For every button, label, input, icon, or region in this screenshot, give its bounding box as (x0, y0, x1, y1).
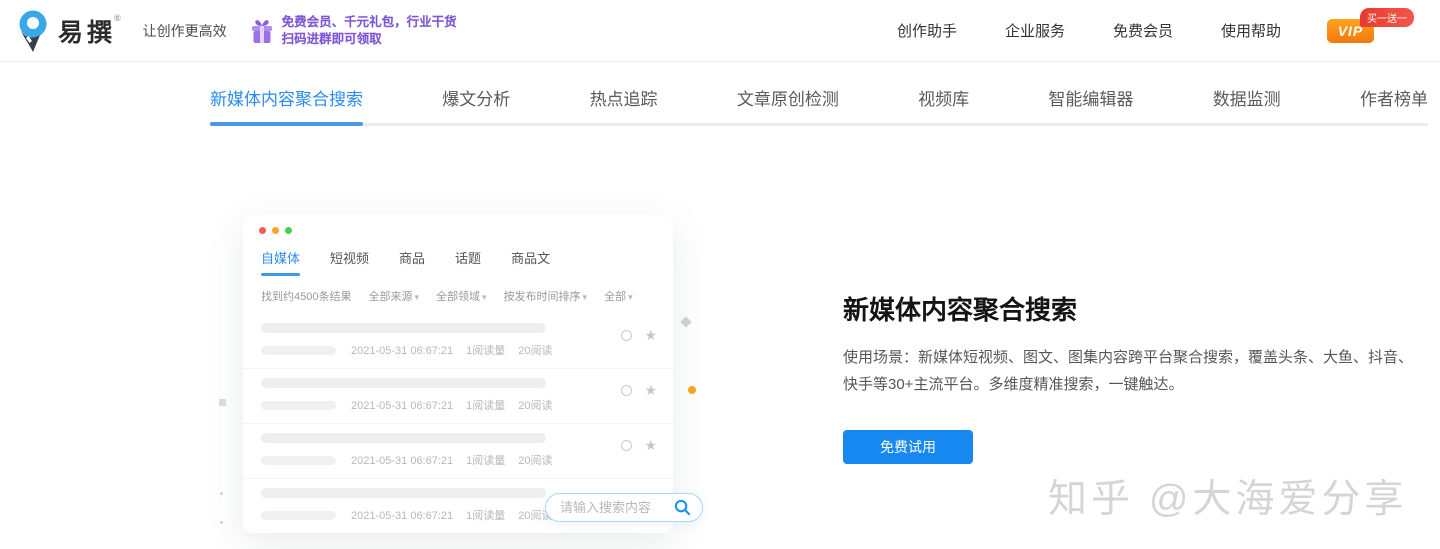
mockup-tab-short-video[interactable]: 短视频 (330, 248, 369, 276)
nav-link-creation-assistant[interactable]: 创作助手 (897, 20, 957, 41)
tab-hot-article-analysis[interactable]: 爆文分析 (442, 85, 510, 123)
item-meta-row: 2021-05-31 06:67:21 1阅读量 20阅读 (261, 342, 655, 358)
tab-aggregated-search[interactable]: 新媒体内容聚合搜索 (210, 85, 363, 126)
brand-name: 易撰® (58, 12, 125, 47)
nav-link-help[interactable]: 使用帮助 (1221, 20, 1281, 41)
decor-diamond (680, 316, 692, 328)
item-timestamp: 2021-05-31 06:67:21 (351, 345, 454, 357)
vip-badge-wrap: VIP 买一送一 (1327, 7, 1414, 43)
brand-tagline: 让创作更高效 (142, 22, 227, 39)
list-item[interactable]: 2021-05-31 06:67:21 1阅读量 20阅读 ★ (243, 314, 673, 369)
mockup-search-bar (545, 493, 703, 522)
window-dot-orange-icon (272, 227, 279, 234)
list-item[interactable]: 2021-05-31 06:67:21 1阅读量 20阅读 ★ (243, 424, 673, 479)
tab-author-ranking[interactable]: 作者榜单 (1360, 85, 1428, 123)
tab-smart-editor[interactable]: 智能编辑器 (1048, 85, 1133, 123)
item-view-count: 20阅读 (518, 345, 553, 357)
nav-link-free-membership[interactable]: 免费会员 (1113, 20, 1173, 41)
gift-icon (251, 19, 272, 43)
filter-source-dropdown[interactable]: 全部来源 ▾ (368, 288, 419, 304)
top-header: 易撰® 让创作更高效 免费会员、千元礼包，行业干货 扫码进群即可领取 创作助手 … (0, 0, 1440, 62)
mockup-tab-we-media[interactable]: 自媒体 (261, 248, 301, 276)
circle-icon[interactable] (621, 384, 633, 396)
item-view-count: 20阅读 (518, 455, 553, 467)
window-dot-green-icon (285, 227, 292, 234)
mockup-tab-goods-article[interactable]: 商品文 (511, 248, 550, 276)
product-mockup-window: 自媒体 短视频 商品 话题 商品文 找到约4500条结果 全部来源 ▾ 全部领域 ▾… (243, 215, 673, 533)
brand-logo-icon (19, 10, 47, 52)
filter-sort-dropdown[interactable]: 按发布时间排序 ▾ (504, 288, 588, 304)
caret-down-icon: ▾ (628, 292, 633, 302)
item-meta-text: 2021-05-31 06:67:21 1阅读量 20阅读 (351, 452, 566, 468)
circle-icon[interactable] (621, 329, 633, 341)
placeholder-source-bar (261, 455, 336, 465)
tab-video-library[interactable]: 视频库 (918, 85, 969, 123)
window-controls (243, 215, 673, 234)
promo-line2: 扫码进群即可领取 (281, 31, 382, 46)
search-input[interactable] (546, 500, 674, 515)
placeholder-source-bar (261, 510, 336, 520)
feature-tabs-bar: 新媒体内容聚合搜索 爆文分析 热点追踪 文章原创检测 视频库 智能编辑器 数据监… (210, 62, 1428, 126)
top-navigation: 创作助手 企业服务 免费会员 使用帮助 (897, 20, 1281, 41)
star-icon[interactable]: ★ (644, 383, 657, 397)
item-read-count: 1阅读量 (466, 345, 506, 357)
item-meta-row: 2021-05-31 06:67:21 1阅读量 20阅读 (261, 397, 655, 413)
caret-down-icon: ▾ (414, 292, 420, 302)
mockup-filter-row: 找到约4500条结果 全部来源 ▾ 全部领域 ▾ 按发布时间排序 ▾ 全部 ▾ (243, 276, 673, 304)
item-action-icons: ★ (621, 438, 657, 452)
filter-all-dropdown[interactable]: 全部 ▾ (604, 288, 633, 304)
promo-banner[interactable]: 免费会员、千元礼包，行业干货 扫码进群即可领取 (249, 14, 457, 47)
mockup-tab-goods[interactable]: 商品 (399, 248, 425, 276)
registered-mark: ® (114, 12, 125, 23)
item-read-count: 1阅读量 (466, 400, 506, 412)
placeholder-title-bar (261, 488, 546, 498)
item-timestamp: 2021-05-31 06:67:21 (351, 400, 454, 412)
window-dot-red-icon (259, 227, 266, 234)
item-read-count: 1阅读量 (466, 455, 506, 467)
filter-domain-dropdown[interactable]: 全部领域 ▾ (436, 288, 487, 304)
promo-line1: 免费会员、千元礼包，行业干货 (281, 15, 457, 30)
item-meta-text: 2021-05-31 06:67:21 1阅读量 20阅读 (351, 342, 566, 358)
feature-title: 新媒体内容聚合搜索 (843, 295, 1078, 325)
decor-square (219, 399, 226, 406)
mockup-tab-topics[interactable]: 话题 (455, 248, 481, 276)
caret-down-icon: ▾ (582, 292, 588, 302)
item-view-count: 20阅读 (518, 400, 553, 412)
item-meta-text: 2021-05-31 06:67:21 1阅读量 20阅读 (351, 397, 566, 413)
vip-promo-ribbon: 买一送一 (1360, 7, 1414, 27)
caret-down-icon: ▾ (482, 292, 487, 302)
page: 易撰® 让创作更高效 免费会员、千元礼包，行业干货 扫码进群即可领取 创作助手 … (0, 0, 1440, 549)
promo-text: 免费会员、千元礼包，行业干货 扫码进群即可领取 (282, 14, 457, 47)
star-icon[interactable]: ★ (644, 438, 657, 452)
mockup-category-tabs: 自媒体 短视频 商品 话题 商品文 (243, 234, 673, 276)
item-read-count: 1阅读量 (466, 510, 506, 522)
list-item[interactable]: 2021-05-31 06:67:21 1阅读量 20阅读 ★ (243, 369, 673, 424)
item-timestamp: 2021-05-31 06:67:21 (351, 455, 454, 467)
item-action-icons: ★ (621, 383, 657, 397)
placeholder-title-bar (261, 378, 546, 388)
item-meta-row: 2021-05-31 06:67:21 1阅读量 20阅读 (261, 452, 655, 468)
feature-description: 使用场景：新媒体短视频、图文、图集内容跨平台聚合搜索，覆盖头条、大鱼、抖音、快手… (843, 349, 1414, 393)
tab-data-monitoring[interactable]: 数据监测 (1213, 85, 1281, 123)
placeholder-title-bar (261, 433, 546, 443)
star-icon[interactable]: ★ (644, 328, 657, 342)
result-count: 找到约4500条结果 (261, 291, 352, 303)
placeholder-source-bar (261, 345, 336, 355)
search-icon[interactable] (674, 499, 691, 516)
item-timestamp: 2021-05-31 06:67:21 (351, 510, 454, 522)
circle-icon[interactable] (621, 439, 633, 451)
nav-link-enterprise-service[interactable]: 企业服务 (1005, 20, 1065, 41)
placeholder-source-bar (261, 400, 336, 410)
free-trial-button[interactable]: 免费试用 (843, 430, 973, 464)
zhihu-watermark: 知乎 @大海爱分享 (1048, 478, 1408, 521)
placeholder-title-bar (261, 323, 546, 333)
decor-yellow-dot (688, 386, 696, 394)
item-meta-text: 2021-05-31 06:67:21 1阅读量 20阅读 (351, 507, 566, 523)
tab-originality-check[interactable]: 文章原创检测 (737, 85, 839, 123)
tab-hotspot-tracking[interactable]: 热点追踪 (590, 85, 658, 123)
item-action-icons: ★ (621, 328, 657, 342)
logo[interactable]: 易撰® (12, 8, 125, 54)
